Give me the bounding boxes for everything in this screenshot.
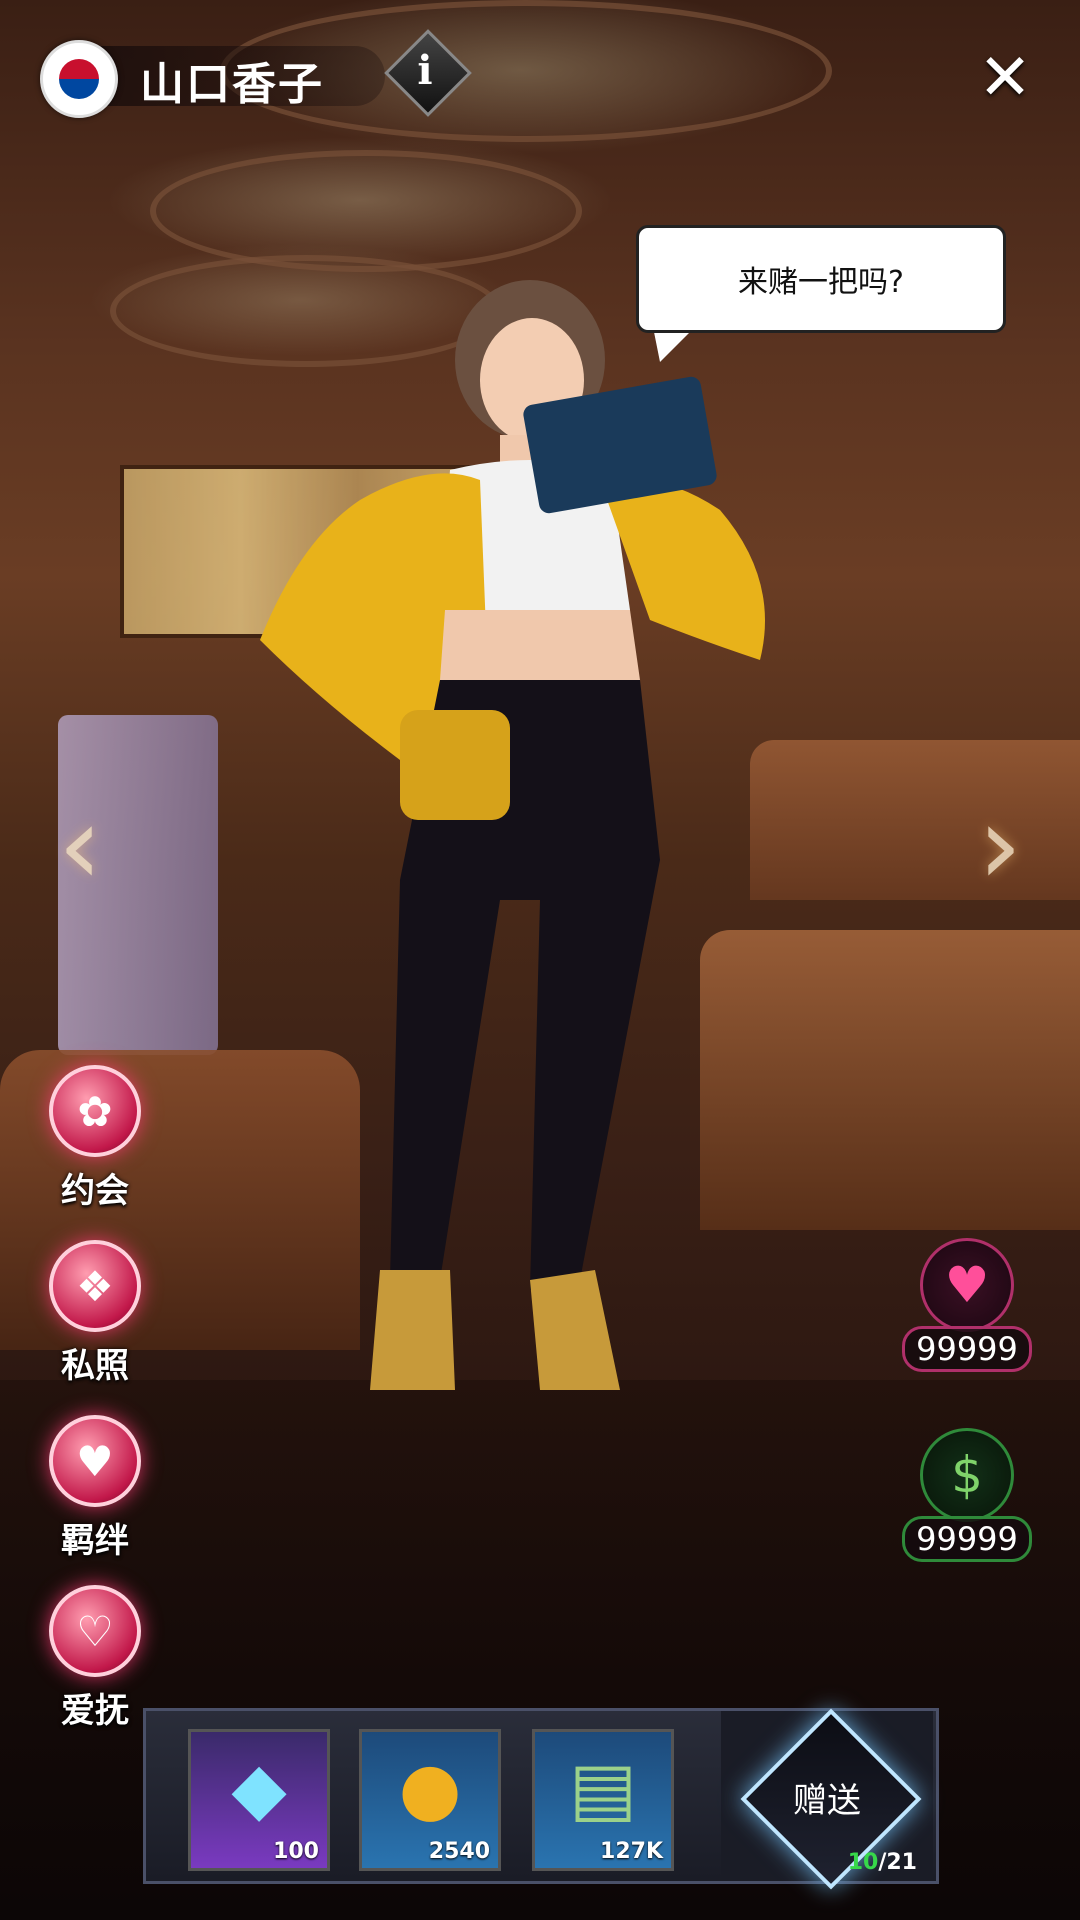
send-gift-count: 10/21: [848, 1850, 917, 1875]
heart-lock-icon: ♥: [49, 1415, 141, 1507]
info-button[interactable]: i: [384, 29, 472, 117]
ceiling-decoration: [150, 150, 582, 272]
affection-value: 99999: [902, 1326, 1032, 1372]
menu-caress-button[interactable]: ♡ 爱抚: [45, 1585, 145, 1735]
menu-private-photo-label: 私照: [61, 1346, 129, 1386]
menu-date-label: 约会: [61, 1171, 129, 1211]
south-korea-flag-icon: [40, 40, 118, 118]
send-gift-button[interactable]: 赠送 10/21: [721, 1708, 933, 1890]
heart-icon: ♥: [920, 1238, 1014, 1332]
gift-item-gold-coin[interactable]: ● 2540: [359, 1729, 501, 1871]
character-name: 山口香子: [140, 59, 324, 110]
close-button[interactable]: ✕: [975, 46, 1035, 110]
rose-icon: ✿: [49, 1065, 141, 1157]
diamond-icon: ◆: [231, 1746, 287, 1830]
send-total-count: /21: [878, 1850, 917, 1875]
info-icon: i: [417, 46, 433, 94]
gift-item-cash-stack[interactable]: ▤ 127K: [532, 1729, 674, 1871]
send-gift-label: 赠送: [793, 1781, 861, 1821]
gift-item-count: 2540: [428, 1839, 490, 1864]
gift-item-count: 100: [273, 1839, 319, 1864]
previous-character-arrow[interactable]: ‹: [45, 790, 115, 900]
menu-bond-label: 羁绊: [61, 1521, 129, 1561]
photo-card-icon: ❖: [49, 1240, 141, 1332]
affection-stat: ♥ 99999: [902, 1238, 1032, 1372]
character-portrait: [260, 280, 765, 1390]
next-character-arrow[interactable]: ›: [965, 790, 1035, 900]
menu-caress-label: 爱抚: [61, 1691, 129, 1731]
menu-date-button[interactable]: ✿ 约会: [45, 1065, 145, 1215]
gift-bar: ◆ 100 ● 2540 ▤ 127K 赠送 10/21: [143, 1708, 939, 1890]
send-current-count: 10: [847, 1850, 879, 1875]
cash-value: 99999: [902, 1516, 1032, 1562]
gold-coin-icon: ●: [398, 1746, 462, 1830]
cash-clock-icon: $: [920, 1428, 1014, 1522]
gift-item-count: 127K: [600, 1839, 663, 1864]
gift-item-diamond[interactable]: ◆ 100: [188, 1729, 330, 1871]
speech-bubble: 来赌一把吗?: [636, 225, 1006, 333]
cash-stack-icon: ▤: [568, 1746, 638, 1830]
menu-bond-button[interactable]: ♥ 羁绊: [45, 1415, 145, 1565]
cash-stat: $ 99999: [902, 1428, 1032, 1562]
heart-hand-icon: ♡: [49, 1585, 141, 1677]
menu-private-photo-button[interactable]: ❖ 私照: [45, 1240, 145, 1390]
